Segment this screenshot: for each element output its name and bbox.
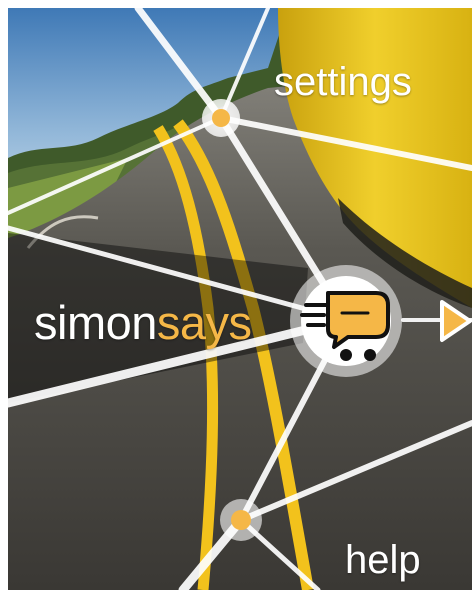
brand-part-says: says <box>156 296 252 349</box>
shopping-cart-chat-icon[interactable] <box>288 263 404 379</box>
help-link[interactable]: help <box>345 540 421 580</box>
play-arrow-icon[interactable] <box>438 298 472 344</box>
app-frame: settings simonsays help <box>8 8 472 590</box>
brand-part-simon: simon <box>34 296 157 349</box>
help-node-icon[interactable] <box>219 498 263 542</box>
settings-node-icon[interactable] <box>201 98 241 138</box>
brand-logo: simonsays <box>34 299 252 346</box>
settings-link[interactable]: settings <box>274 62 412 102</box>
